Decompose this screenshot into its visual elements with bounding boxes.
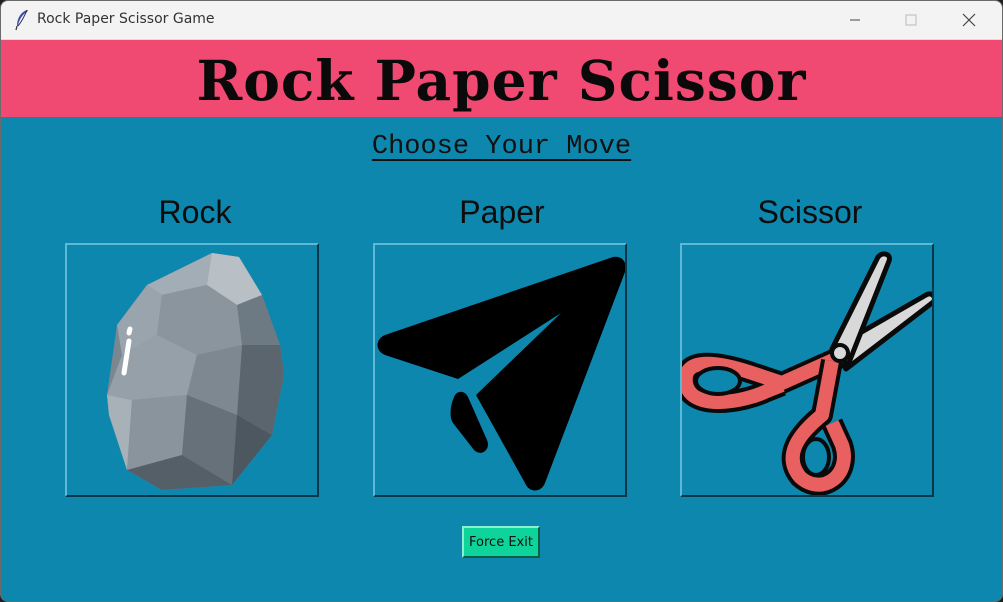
paper-label: Paper	[459, 194, 545, 230]
rock-icon	[107, 253, 284, 490]
maximize-button[interactable]	[884, 1, 940, 39]
choose-move-text: Choose Your Move	[371, 132, 632, 162]
feather-icon	[15, 9, 28, 31]
close-button[interactable]	[942, 1, 998, 39]
rock-label: Rock	[158, 194, 232, 230]
window-title: Rock Paper Scissor Game	[37, 11, 215, 27]
title-banner: Rock Paper Scissor	[1, 40, 1002, 117]
paper-plane-icon	[377, 256, 625, 491]
maximize-icon	[905, 14, 917, 26]
force-exit-button[interactable]: Force Exit	[462, 526, 540, 558]
game-title: Rock Paper Scissor	[196, 48, 807, 113]
app-window: Rock Paper Scissor Game Rock Paper Sciss…	[0, 0, 1003, 602]
minimize-button[interactable]	[828, 1, 884, 39]
minimize-icon	[850, 19, 860, 21]
scissor-button[interactable]	[680, 243, 934, 497]
scissor-label: Scissor	[757, 194, 863, 230]
scissors-icon	[682, 251, 932, 495]
close-icon	[962, 13, 976, 27]
title-bar[interactable]: Rock Paper Scissor Game	[1, 1, 1002, 40]
choose-move-heading: Choose Your Move	[1, 132, 1002, 162]
paper-button[interactable]	[373, 243, 627, 497]
rock-button[interactable]	[65, 243, 319, 497]
